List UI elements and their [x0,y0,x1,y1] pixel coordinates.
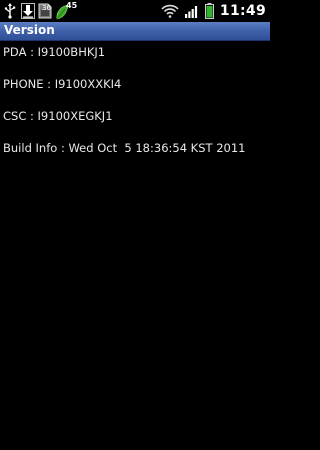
system-icons: 11:49 [161,0,266,22]
csc-version: CSC : I9100XEGKJ1 [3,109,113,123]
pda-version: PDA : I9100BHKJ1 [3,45,106,59]
phone-version: PHONE : I9100XXKI4 [3,77,122,91]
build-info: Build Info : Wed Oct 5 18:36:54 KST 2011 [3,141,246,155]
wifi-icon [161,4,179,18]
signal-icon [184,4,199,18]
page-title: Version [4,23,55,37]
usb-icon [4,3,18,19]
download-icon [21,3,35,19]
notification-icons: 36 45 [4,2,77,20]
battery-icon [204,3,214,19]
badge-45: 45 [66,1,78,10]
badge-36: 36 [42,4,51,12]
clock: 11:49 [219,3,266,19]
version-info: PDA : I9100BHKJ1 PHONE : I9100XXKI4 CSC … [3,44,267,172]
leaf-icon: 45 [55,2,77,20]
status-bar: 36 45 11:49 [0,0,270,22]
sd-card-icon: 36 [38,3,52,19]
title-bar: Version [0,22,270,41]
